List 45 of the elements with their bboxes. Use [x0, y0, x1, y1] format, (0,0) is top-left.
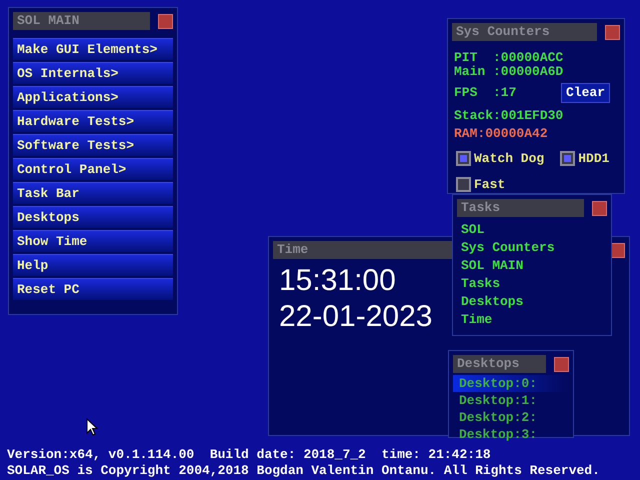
task-item[interactable]: SOL MAIN	[461, 257, 607, 275]
menu-item[interactable]: Help	[13, 254, 173, 276]
version-text: Version:x64, v0.1.114.00 Build date: 2018_7_2 time: 21:42:18	[7, 447, 492, 463]
menu-item[interactable]: Software Tests>	[13, 134, 173, 156]
window-title: Sys Counters	[452, 23, 597, 41]
clear-button[interactable]: Clear	[560, 83, 610, 103]
task-item[interactable]: Desktops	[461, 293, 607, 311]
desktop-item[interactable]: Desktop:1:	[453, 392, 569, 409]
menu-item[interactable]: Control Panel>	[13, 158, 173, 180]
menu-item[interactable]: OS Internals>	[13, 62, 173, 84]
window-title: SOL MAIN	[13, 12, 150, 30]
clock-time: 15:31:00	[279, 263, 396, 299]
desktop-item[interactable]: Desktop:2:	[453, 409, 569, 426]
copyright-text: SOLAR_OS is Copyright 2004,2018 Bogdan Valentin Ontanu. All Rights Reserved.	[7, 463, 600, 479]
menu-item[interactable]: Show Time	[13, 230, 173, 252]
mouse-pointer-icon	[86, 418, 98, 436]
close-button[interactable]	[554, 356, 569, 372]
menu-item[interactable]: Task Bar	[13, 182, 173, 204]
close-button[interactable]	[605, 24, 620, 40]
close-button[interactable]	[158, 14, 173, 28]
ram-counter: RAM:00000A42	[454, 127, 549, 141]
stack-counter: Stack:001EFD30	[454, 109, 564, 123]
menu-item[interactable]: Make GUI Elements>	[13, 38, 173, 60]
desktop-item[interactable]: Desktop:3:	[453, 426, 569, 443]
task-item[interactable]: Tasks	[461, 275, 607, 293]
menu-item[interactable]: Desktops	[13, 206, 173, 228]
desktop-item[interactable]: Desktop:0:	[453, 375, 569, 392]
task-item[interactable]: SOL	[461, 221, 607, 239]
main-counter: Main :00000A6D	[454, 65, 564, 79]
checkbox-label: HDD1	[578, 150, 610, 168]
close-button[interactable]	[592, 200, 607, 216]
checkbox[interactable]	[456, 176, 471, 192]
checkbox-label: Fast	[474, 176, 506, 194]
fps-counter: FPS :17	[454, 86, 516, 100]
window-title: Tasks	[457, 199, 584, 217]
pit-counter: PIT :00000ACC	[454, 51, 564, 65]
checkbox[interactable]	[560, 151, 576, 166]
menu-item[interactable]: Hardware Tests>	[13, 110, 173, 132]
menu-item[interactable]: Reset PC	[13, 278, 173, 300]
checkbox-label: Watch Dog	[474, 150, 544, 168]
menu-item[interactable]: Applications>	[13, 86, 173, 108]
checkbox[interactable]	[456, 151, 471, 166]
window-title: Desktops	[453, 355, 546, 373]
task-item[interactable]: Time	[461, 311, 607, 329]
clock-date: 22-01-2023	[279, 299, 432, 335]
